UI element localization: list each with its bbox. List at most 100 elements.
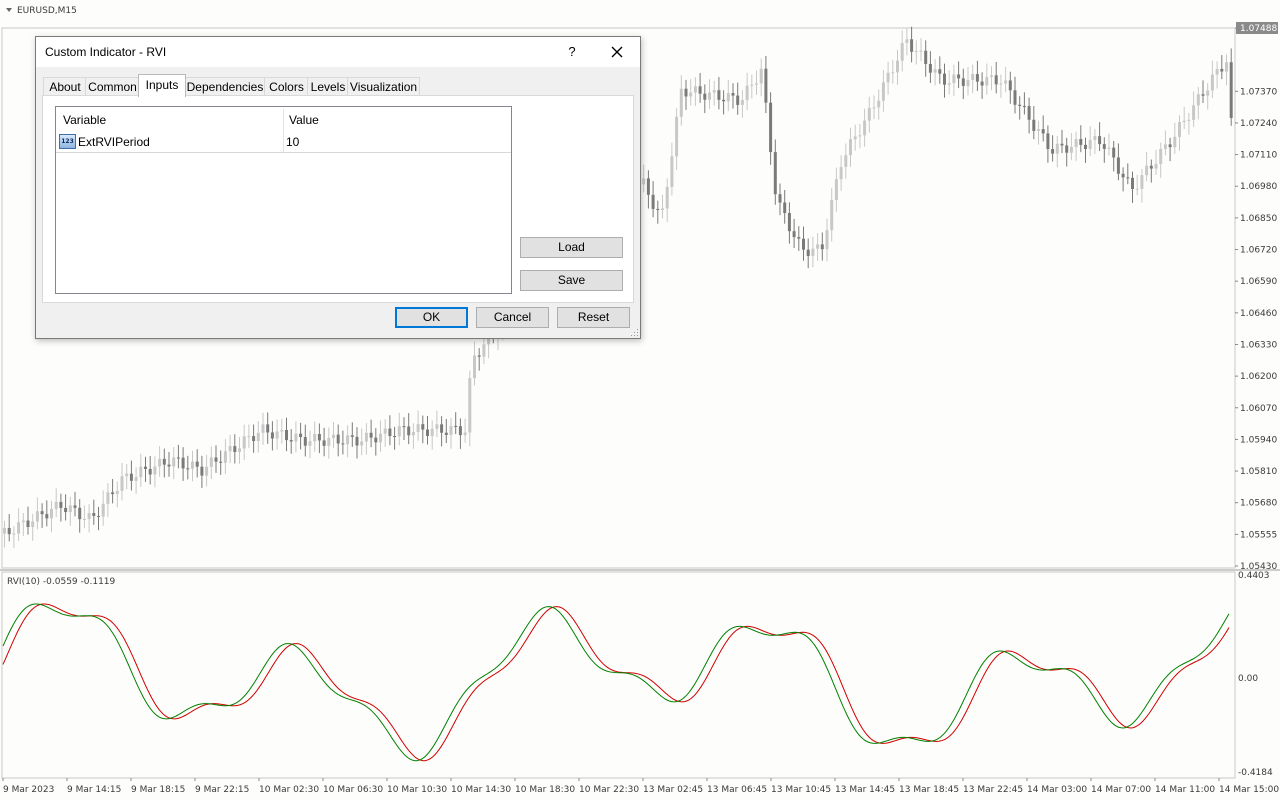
tab-about[interactable]: About [43,77,87,96]
candle-body [783,202,787,214]
time-tick-label: 10 Mar 18:30 [515,785,575,795]
candle-body [778,194,782,203]
candle-body [1079,139,1083,145]
tab-common[interactable]: Common [85,77,140,96]
candle-body [820,244,824,250]
candle-body [1187,119,1191,121]
candle-body [332,434,335,438]
candle-body [839,166,843,180]
candle-body [891,72,895,74]
row-value-input[interactable]: 10 [286,135,299,149]
time-tick-label: 9 Mar 2023 [3,785,54,795]
candle-body [1220,68,1224,72]
custom-indicator-dialog: Custom Indicator - RVI ? About Common In… [35,36,641,339]
candle-body [327,437,331,446]
candle-body [68,505,72,513]
candle-body [1154,163,1158,169]
candle-body [1116,157,1120,174]
chart-menu-triangle-icon[interactable] [6,8,12,12]
candle-body [374,437,378,443]
time-tick-label: 13 Mar 10:45 [771,785,831,795]
ok-button[interactable]: OK [395,307,468,328]
candle-body [872,107,876,109]
candle-body [238,448,241,452]
candle-body [101,503,105,517]
candle-body [477,355,481,357]
candle-body [402,426,406,428]
candle-body [919,50,923,52]
candle-body [1178,122,1181,137]
header-value[interactable]: Value [289,113,319,127]
candle-body [952,74,956,84]
candle-body [228,446,232,452]
candle-body [416,424,420,433]
candle-body [21,520,25,523]
candle-body [82,519,86,521]
candle-body [693,86,697,93]
candle-body [858,135,862,137]
time-tick-label: 13 Mar 22:45 [963,785,1023,795]
candle-body [209,457,213,467]
candle-body [411,432,415,436]
candle-body [92,513,96,516]
time-tick-label: 10 Mar 14:30 [451,785,511,795]
dialog-titlebar[interactable]: Custom Indicator - RVI ? [36,37,640,67]
candle-body [3,527,6,534]
candle-body [449,425,453,435]
candle-body [886,72,890,83]
resize-grip-icon[interactable] [630,328,639,337]
candle-body [877,100,881,108]
candle-body [975,74,979,82]
header-variable[interactable]: Variable [63,113,106,127]
candle-body [999,83,1003,85]
candle-body [806,249,810,256]
candle-body [1121,173,1125,178]
candle-body [971,74,975,81]
candle-body [811,248,815,256]
candle-body [1215,68,1219,75]
candle-body [87,513,91,520]
header-divider[interactable] [283,109,284,131]
candle-body [463,432,467,436]
candle-body [407,426,411,436]
candle-body [924,50,928,64]
candle-body [181,457,185,469]
candle-body [651,194,655,209]
candle-body [148,468,152,475]
candle-body [646,178,650,195]
tab-visualization[interactable]: Visualization [347,77,420,96]
candle-body [797,237,801,239]
time-tick-label: 14 Mar 07:00 [1091,785,1151,795]
help-button[interactable]: ? [564,41,580,63]
candle-body [176,457,180,459]
tab-colors[interactable]: Colors [264,77,309,96]
tab-inputs[interactable]: Inputs [138,74,186,97]
candle-body [106,492,110,504]
candle-body [360,441,364,446]
candle-body [670,156,674,187]
candle-body [35,511,39,522]
candle-body [1102,144,1106,149]
save-button[interactable]: Save [520,270,623,291]
tab-levels[interactable]: Levels [307,77,349,96]
candle-body [755,83,758,85]
price-tick-label: 1.07370 [1240,87,1277,97]
tab-dependencies[interactable]: Dependencies [184,77,266,96]
candle-body [1060,143,1064,146]
time-tick-label: 14 Mar 03:00 [1027,785,1087,795]
candle-body [759,68,763,84]
load-button[interactable]: Load [520,237,623,258]
candle-body [12,533,16,535]
cancel-button[interactable]: Cancel [476,307,549,328]
inputs-table: Variable Value 123 ExtRVIPeriod 10 [55,106,512,294]
reset-button[interactable]: Reset [557,307,630,328]
candle-body [1055,143,1059,154]
price-tick-label: 1.06850 [1240,214,1277,224]
candle-body [256,432,260,442]
close-button[interactable] [600,39,634,65]
candle-body [1229,62,1233,118]
candle-body [421,424,425,430]
table-row[interactable]: 123 ExtRVIPeriod 10 [56,131,511,153]
candle-body [1196,94,1200,106]
candle-body [261,424,265,433]
